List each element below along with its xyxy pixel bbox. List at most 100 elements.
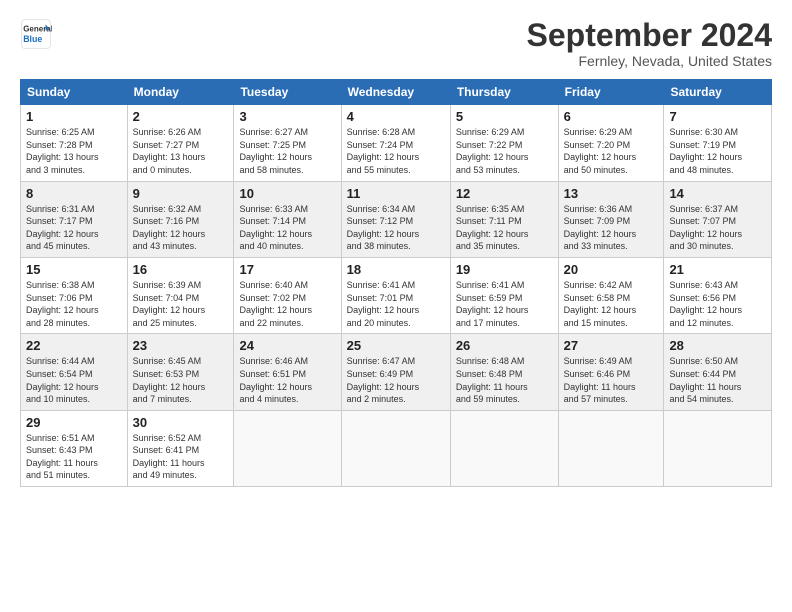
day-number: 10 — [239, 186, 335, 201]
day-cell — [341, 410, 450, 486]
week-row-3: 15 Sunrise: 6:38 AM Sunset: 7:06 PM Dayli… — [21, 257, 772, 333]
day-cell: 15 Sunrise: 6:38 AM Sunset: 7:06 PM Dayli… — [21, 257, 128, 333]
month-title: September 2024 — [527, 18, 772, 53]
day-info: Sunrise: 6:49 AM Sunset: 6:46 PM Dayligh… — [564, 355, 659, 405]
day-info: Sunrise: 6:42 AM Sunset: 6:58 PM Dayligh… — [564, 279, 659, 329]
day-number: 7 — [669, 109, 766, 124]
svg-text:Blue: Blue — [23, 34, 42, 44]
day-cell: 19 Sunrise: 6:41 AM Sunset: 6:59 PM Dayli… — [450, 257, 558, 333]
day-info: Sunrise: 6:36 AM Sunset: 7:09 PM Dayligh… — [564, 203, 659, 253]
weekday-header-monday: Monday — [127, 80, 234, 105]
week-row-5: 29 Sunrise: 6:51 AM Sunset: 6:43 PM Dayli… — [21, 410, 772, 486]
day-info: Sunrise: 6:44 AM Sunset: 6:54 PM Dayligh… — [26, 355, 122, 405]
day-cell: 27 Sunrise: 6:49 AM Sunset: 6:46 PM Dayli… — [558, 334, 664, 410]
day-number: 9 — [133, 186, 229, 201]
day-info: Sunrise: 6:39 AM Sunset: 7:04 PM Dayligh… — [133, 279, 229, 329]
day-info: Sunrise: 6:43 AM Sunset: 6:56 PM Dayligh… — [669, 279, 766, 329]
day-info: Sunrise: 6:28 AM Sunset: 7:24 PM Dayligh… — [347, 126, 445, 176]
day-number: 5 — [456, 109, 553, 124]
day-info: Sunrise: 6:51 AM Sunset: 6:43 PM Dayligh… — [26, 432, 122, 482]
day-number: 6 — [564, 109, 659, 124]
week-row-4: 22 Sunrise: 6:44 AM Sunset: 6:54 PM Dayli… — [21, 334, 772, 410]
day-info: Sunrise: 6:48 AM Sunset: 6:48 PM Dayligh… — [456, 355, 553, 405]
day-cell: 14Sunrise: 6:37 AM Sunset: 7:07 PM Dayli… — [664, 181, 772, 257]
day-info: Sunrise: 6:40 AM Sunset: 7:02 PM Dayligh… — [239, 279, 335, 329]
day-info: Sunrise: 6:32 AM Sunset: 7:16 PM Dayligh… — [133, 203, 229, 253]
day-info: Sunrise: 6:27 AM Sunset: 7:25 PM Dayligh… — [239, 126, 335, 176]
day-cell: 21 Sunrise: 6:43 AM Sunset: 6:56 PM Dayli… — [664, 257, 772, 333]
weekday-header-row: SundayMondayTuesdayWednesdayThursdayFrid… — [21, 80, 772, 105]
day-cell: 1 Sunrise: 6:25 AM Sunset: 7:28 PM Daylig… — [21, 105, 128, 181]
calendar-body: 1 Sunrise: 6:25 AM Sunset: 7:28 PM Daylig… — [21, 105, 772, 487]
day-info: Sunrise: 6:46 AM Sunset: 6:51 PM Dayligh… — [239, 355, 335, 405]
logo-icon: General Blue — [20, 18, 52, 50]
logo: General Blue — [20, 18, 52, 50]
day-cell: 26 Sunrise: 6:48 AM Sunset: 6:48 PM Dayli… — [450, 334, 558, 410]
week-row-1: 1 Sunrise: 6:25 AM Sunset: 7:28 PM Daylig… — [21, 105, 772, 181]
day-info: Sunrise: 6:52 AM Sunset: 6:41 PM Dayligh… — [133, 432, 229, 482]
day-number: 28 — [669, 338, 766, 353]
day-cell: 3Sunrise: 6:27 AM Sunset: 7:25 PM Daylig… — [234, 105, 341, 181]
header: General Blue September 2024 Fernley, Nev… — [20, 18, 772, 69]
day-number: 26 — [456, 338, 553, 353]
day-cell: 25 Sunrise: 6:47 AM Sunset: 6:49 PM Dayli… — [341, 334, 450, 410]
day-cell — [664, 410, 772, 486]
day-cell: 24 Sunrise: 6:46 AM Sunset: 6:51 PM Dayli… — [234, 334, 341, 410]
calendar-table: SundayMondayTuesdayWednesdayThursdayFrid… — [20, 79, 772, 487]
day-number: 22 — [26, 338, 122, 353]
day-info: Sunrise: 6:31 AM Sunset: 7:17 PM Dayligh… — [26, 203, 122, 253]
day-number: 16 — [133, 262, 229, 277]
day-cell — [450, 410, 558, 486]
day-info: Sunrise: 6:25 AM Sunset: 7:28 PM Dayligh… — [26, 126, 122, 176]
day-cell: 10 Sunrise: 6:33 AM Sunset: 7:14 PM Dayli… — [234, 181, 341, 257]
day-cell: 30 Sunrise: 6:52 AM Sunset: 6:41 PM Dayli… — [127, 410, 234, 486]
day-number: 19 — [456, 262, 553, 277]
day-info: Sunrise: 6:41 AM Sunset: 7:01 PM Dayligh… — [347, 279, 445, 329]
day-cell: 13 Sunrise: 6:36 AM Sunset: 7:09 PM Dayli… — [558, 181, 664, 257]
day-cell: 9 Sunrise: 6:32 AM Sunset: 7:16 PM Daylig… — [127, 181, 234, 257]
day-number: 13 — [564, 186, 659, 201]
day-info: Sunrise: 6:47 AM Sunset: 6:49 PM Dayligh… — [347, 355, 445, 405]
day-cell — [558, 410, 664, 486]
day-number: 11 — [347, 186, 445, 201]
day-info: Sunrise: 6:34 AM Sunset: 7:12 PM Dayligh… — [347, 203, 445, 253]
day-number: 21 — [669, 262, 766, 277]
day-cell: 20 Sunrise: 6:42 AM Sunset: 6:58 PM Dayli… — [558, 257, 664, 333]
day-cell: 22 Sunrise: 6:44 AM Sunset: 6:54 PM Dayli… — [21, 334, 128, 410]
weekday-header-tuesday: Tuesday — [234, 80, 341, 105]
day-cell: 17 Sunrise: 6:40 AM Sunset: 7:02 PM Dayli… — [234, 257, 341, 333]
weekday-header-thursday: Thursday — [450, 80, 558, 105]
day-cell: 16 Sunrise: 6:39 AM Sunset: 7:04 PM Dayli… — [127, 257, 234, 333]
day-cell — [234, 410, 341, 486]
day-info: Sunrise: 6:41 AM Sunset: 6:59 PM Dayligh… — [456, 279, 553, 329]
day-number: 2 — [133, 109, 229, 124]
day-number: 15 — [26, 262, 122, 277]
day-number: 4 — [347, 109, 445, 124]
day-number: 1 — [26, 109, 122, 124]
weekday-header-sunday: Sunday — [21, 80, 128, 105]
weekday-header-friday: Friday — [558, 80, 664, 105]
day-info: Sunrise: 6:29 AM Sunset: 7:20 PM Dayligh… — [564, 126, 659, 176]
day-cell: 18 Sunrise: 6:41 AM Sunset: 7:01 PM Dayli… — [341, 257, 450, 333]
day-number: 29 — [26, 415, 122, 430]
day-number: 8 — [26, 186, 122, 201]
day-cell: 28Sunrise: 6:50 AM Sunset: 6:44 PM Dayli… — [664, 334, 772, 410]
day-number: 17 — [239, 262, 335, 277]
day-number: 20 — [564, 262, 659, 277]
day-info: Sunrise: 6:26 AM Sunset: 7:27 PM Dayligh… — [133, 126, 229, 176]
day-cell: 2 Sunrise: 6:26 AM Sunset: 7:27 PM Daylig… — [127, 105, 234, 181]
day-info: Sunrise: 6:30 AM Sunset: 7:19 PM Dayligh… — [669, 126, 766, 176]
day-number: 25 — [347, 338, 445, 353]
day-info: Sunrise: 6:38 AM Sunset: 7:06 PM Dayligh… — [26, 279, 122, 329]
page: General Blue September 2024 Fernley, Nev… — [0, 0, 792, 612]
weekday-header-saturday: Saturday — [664, 80, 772, 105]
day-cell: 8 Sunrise: 6:31 AM Sunset: 7:17 PM Daylig… — [21, 181, 128, 257]
day-info: Sunrise: 6:33 AM Sunset: 7:14 PM Dayligh… — [239, 203, 335, 253]
day-number: 18 — [347, 262, 445, 277]
day-info: Sunrise: 6:45 AM Sunset: 6:53 PM Dayligh… — [133, 355, 229, 405]
day-number: 30 — [133, 415, 229, 430]
day-number: 27 — [564, 338, 659, 353]
location: Fernley, Nevada, United States — [527, 53, 772, 69]
day-info: Sunrise: 6:29 AM Sunset: 7:22 PM Dayligh… — [456, 126, 553, 176]
day-number: 24 — [239, 338, 335, 353]
